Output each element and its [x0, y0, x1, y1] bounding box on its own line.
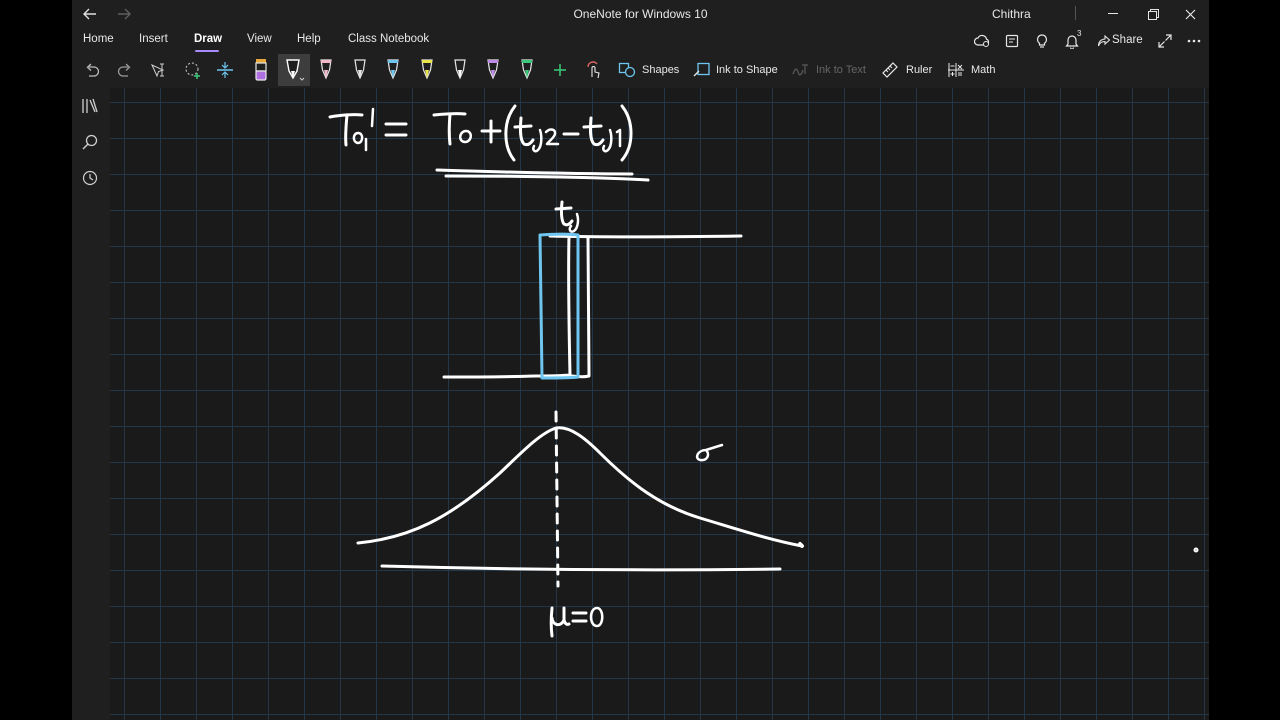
- app-title: OneNote for Windows 10: [573, 7, 708, 21]
- ink-to-shape-icon[interactable]: [692, 58, 712, 82]
- search-icon[interactable]: [80, 132, 100, 152]
- notebooks-icon[interactable]: [80, 96, 100, 116]
- onenote-window: OneNote for Windows 10 Chithra Home Inse…: [72, 0, 1209, 720]
- ink-to-shape-button[interactable]: Ink to Shape: [716, 64, 778, 76]
- tab-insert[interactable]: Insert: [139, 33, 168, 45]
- more-options-icon[interactable]: [1184, 32, 1204, 50]
- draw-toolbar: Shapes Ink to Shape Ink to Text Ruler Ma…: [72, 54, 1209, 86]
- recent-icon[interactable]: [80, 168, 100, 188]
- type-select-icon[interactable]: [148, 58, 170, 82]
- lasso-select-icon[interactable]: [182, 58, 204, 82]
- ink-drawing[interactable]: [110, 88, 1209, 720]
- active-tab-indicator: [195, 50, 219, 52]
- ink-dot: [1193, 547, 1199, 553]
- lightbulb-icon[interactable]: [1032, 32, 1052, 50]
- title-separator: [1075, 6, 1076, 20]
- tab-view[interactable]: View: [247, 33, 272, 45]
- tj-label-ink: [554, 200, 580, 233]
- step-function-ink: [442, 234, 743, 379]
- tab-home[interactable]: Home: [83, 33, 114, 45]
- highlighter-tool-icon[interactable]: [250, 58, 272, 82]
- math-button[interactable]: Math: [971, 64, 995, 76]
- tab-help[interactable]: Help: [297, 33, 321, 45]
- note-canvas[interactable]: [110, 88, 1209, 720]
- pen-gray-icon[interactable]: [450, 58, 470, 82]
- expand-icon[interactable]: [1155, 32, 1175, 50]
- pen-purple-icon[interactable]: [483, 58, 503, 82]
- navigation-rail: [72, 88, 109, 720]
- touch-draw-icon[interactable]: [584, 58, 604, 82]
- pen-green-icon[interactable]: [517, 58, 537, 82]
- step-highlight-ink: [538, 232, 580, 380]
- tab-draw[interactable]: Draw: [194, 33, 222, 45]
- ink-to-text-button: Ink to Text: [816, 64, 866, 76]
- close-icon[interactable]: [1177, 4, 1203, 24]
- pen-pink-icon[interactable]: [316, 58, 336, 82]
- pen-blue-icon[interactable]: [383, 58, 403, 82]
- add-space-icon[interactable]: [214, 58, 236, 82]
- add-pen-icon[interactable]: [550, 58, 570, 82]
- title-bar: OneNote for Windows 10 Chithra: [72, 0, 1209, 28]
- sigma-ink: [695, 443, 724, 462]
- ink-to-text-icon: [790, 58, 810, 82]
- restore-icon[interactable]: [1140, 4, 1166, 24]
- user-name[interactable]: Chithra: [992, 7, 1031, 21]
- pen-black-icon[interactable]: [350, 58, 370, 82]
- pen-yellow-icon[interactable]: [417, 58, 437, 82]
- pen-white-selected[interactable]: [280, 58, 308, 82]
- notification-count: 3: [1077, 29, 1082, 38]
- math-icon[interactable]: [945, 58, 967, 82]
- page-view-icon[interactable]: [1002, 32, 1022, 50]
- tab-class-notebook[interactable]: Class Notebook: [348, 33, 429, 45]
- mu-zero-ink: [549, 606, 604, 638]
- ruler-icon[interactable]: [880, 58, 900, 82]
- minimize-icon[interactable]: [1100, 4, 1126, 24]
- share-icon[interactable]: [1094, 32, 1114, 50]
- redo-icon[interactable]: [115, 58, 135, 82]
- sync-icon[interactable]: [972, 32, 992, 50]
- shapes-button[interactable]: Shapes: [642, 64, 679, 76]
- undo-icon[interactable]: [82, 58, 102, 82]
- equation-ink: [328, 104, 650, 182]
- gaussian-curve-ink: [356, 410, 804, 588]
- shapes-icon[interactable]: [617, 58, 637, 82]
- share-button[interactable]: Share: [1112, 34, 1143, 46]
- ruler-button[interactable]: Ruler: [906, 64, 932, 76]
